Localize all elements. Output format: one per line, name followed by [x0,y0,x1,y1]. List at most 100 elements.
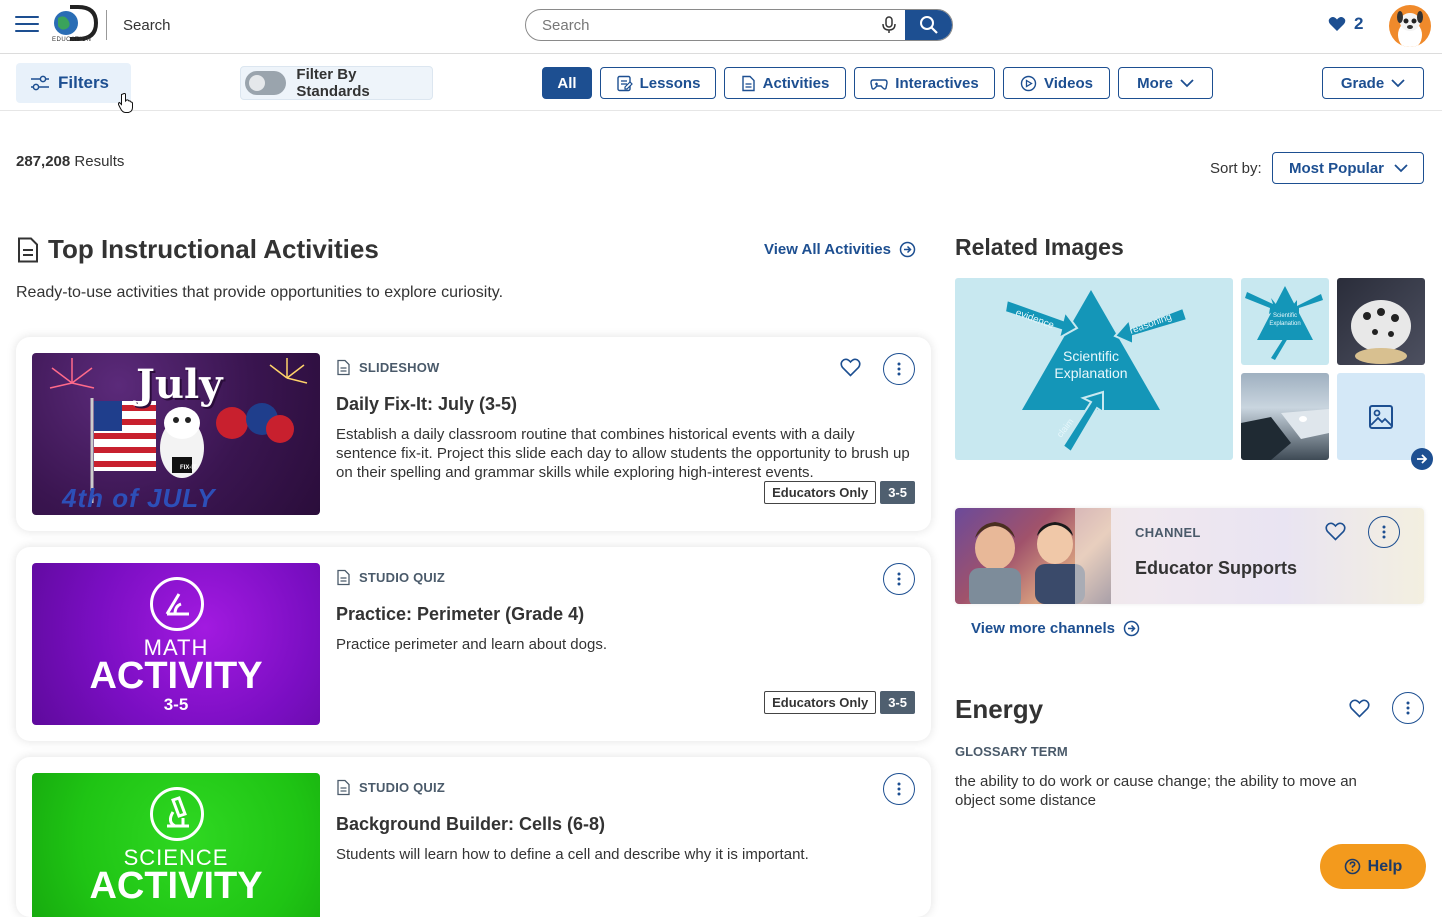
arrow-right-circle-icon [1123,620,1140,637]
view-more-channels-link[interactable]: View more channels [971,620,1140,637]
related-image-placeholder[interactable] [1337,373,1425,460]
page-label: Search [123,17,171,34]
image-icon [1369,404,1393,429]
help-button[interactable]: Help [1320,844,1426,889]
card-type-label: STUDIO QUIZ [359,780,445,795]
grade-badge: 3-5 [880,691,915,714]
educators-only-badge: Educators Only [764,481,877,504]
search-icon [919,16,938,34]
related-images-title: Related Images [955,234,1124,260]
chip-all[interactable]: All [542,67,592,99]
more-options-button[interactable] [1392,692,1424,724]
card-type: SLIDESHOW [336,359,440,376]
chevron-down-icon [1394,163,1408,172]
card-type: STUDIO QUIZ [336,779,445,796]
activity-card[interactable]: July FIX-IT 4th of JULY SLIDESHOW Daily … [16,337,931,531]
activities-heading: Top Instructional Activities [16,234,379,265]
more-options-button[interactable] [883,353,915,385]
gloves-photo [1351,300,1411,364]
toggle-switch[interactable] [245,71,287,95]
related-image-diagram[interactable]: evidence reasoning claim Scientific Expl… [955,278,1233,460]
heart-icon[interactable] [1325,522,1346,541]
images-next-button[interactable] [1411,448,1433,470]
search-button[interactable] [905,10,952,40]
more-vertical-icon [1406,701,1410,715]
card-badges: Educators Only 3-5 [764,691,915,714]
heart-icon[interactable] [840,358,861,377]
chevron-down-icon [1180,78,1194,87]
sort-dropdown[interactable]: Most Popular [1272,152,1424,184]
activity-card[interactable]: SCIENCE ACTIVITY STUDIO QUIZ Background … [16,757,931,917]
grade-dropdown[interactable]: Grade [1322,67,1424,99]
glossary-label: GLOSSARY TERM [955,744,1068,759]
diagram-arrow-label: reasoning [1128,311,1173,336]
channel-thumbnail [955,508,1111,604]
card-type-label: SLIDESHOW [359,360,440,375]
results-suffix: Results [70,153,125,170]
chip-lessons[interactable]: Lessons [600,67,716,99]
arrow-right-circle-icon [899,241,916,258]
help-icon [1344,858,1360,875]
more-vertical-icon [1382,525,1386,539]
microphone-icon[interactable] [881,16,897,34]
more-vertical-icon [897,362,901,376]
chip-all-label: All [557,74,577,92]
document-icon [337,359,350,376]
filters-button[interactable]: Filters [16,63,131,103]
related-image-photo[interactable] [1241,373,1329,460]
favorites-count: 2 [1354,14,1364,33]
card-type: STUDIO QUIZ [336,569,445,586]
card-title[interactable]: Daily Fix-It: July (3-5) [336,394,517,415]
chip-videos[interactable]: Videos [1003,67,1110,99]
card-thumbnail[interactable]: MATH ACTIVITY 3-5 [32,563,320,725]
more-options-button[interactable] [1368,516,1400,548]
card-title[interactable]: Practice: Perimeter (Grade 4) [336,604,584,625]
thumb-subtitle: 4th of JULY [62,483,216,513]
activity-icon [741,75,755,91]
heart-icon[interactable] [1349,699,1370,718]
related-image-photo[interactable] [1337,278,1425,365]
favorites-link[interactable]: 2 [1328,14,1363,34]
more-vertical-icon [897,782,901,796]
filter-by-standards-toggle[interactable]: Filter By Standards [240,66,433,100]
card-thumbnail[interactable]: SCIENCE ACTIVITY [32,773,320,917]
thumb-word: ACTIVITY [89,655,263,697]
search-bar [525,9,953,41]
search-input[interactable] [542,10,872,40]
chip-interactives[interactable]: Interactives [854,67,995,99]
lesson-icon [616,75,633,91]
activity-card[interactable]: MATH ACTIVITY 3-5 STUDIO QUIZ Practice: … [16,547,931,741]
thumb-title: July [136,361,223,408]
more-options-button[interactable] [883,773,915,805]
chip-activities[interactable]: Activities [724,67,846,99]
card-description: Establish a daily classroom routine that… [336,426,910,481]
channel-title[interactable]: Educator Supports [1135,558,1297,579]
related-image-diagram-small[interactable]: Scientific Explanation [1241,278,1329,365]
filters-label: Filters [58,73,110,92]
chip-more-dropdown[interactable]: More [1118,67,1213,99]
activities-description: Ready-to-use activities that provide opp… [16,284,504,301]
view-all-activities-link[interactable]: View All Activities [764,241,916,258]
sort-value: Most Popular [1289,159,1385,177]
card-thumbnail[interactable]: July FIX-IT 4th of JULY [32,353,320,515]
view-more-channels-label: View more channels [971,620,1115,637]
grade-badge: 3-5 [880,481,915,504]
card-title[interactable]: Background Builder: Cells (6-8) [336,814,605,835]
channel-card[interactable]: CHANNEL Educator Supports [955,508,1424,604]
chevron-down-icon [1391,78,1405,87]
chip-videos-label: Videos [1044,74,1093,92]
thumb-word: ACTIVITY [89,865,263,907]
document-icon [18,237,38,262]
logo-divider [106,10,107,40]
more-options-button[interactable] [883,563,915,595]
microscope-icon [150,787,204,841]
interactive-icon [870,79,888,90]
results-count: 287,208 Results [16,153,124,170]
avatar[interactable] [1389,5,1431,47]
sort-by-label: Sort by: [1210,160,1262,177]
grade-label: Grade [1340,74,1385,92]
help-label: Help [1367,857,1403,875]
video-icon [1020,75,1037,91]
menu-icon[interactable] [15,16,39,34]
glossary-term-title: Energy [955,694,1044,724]
